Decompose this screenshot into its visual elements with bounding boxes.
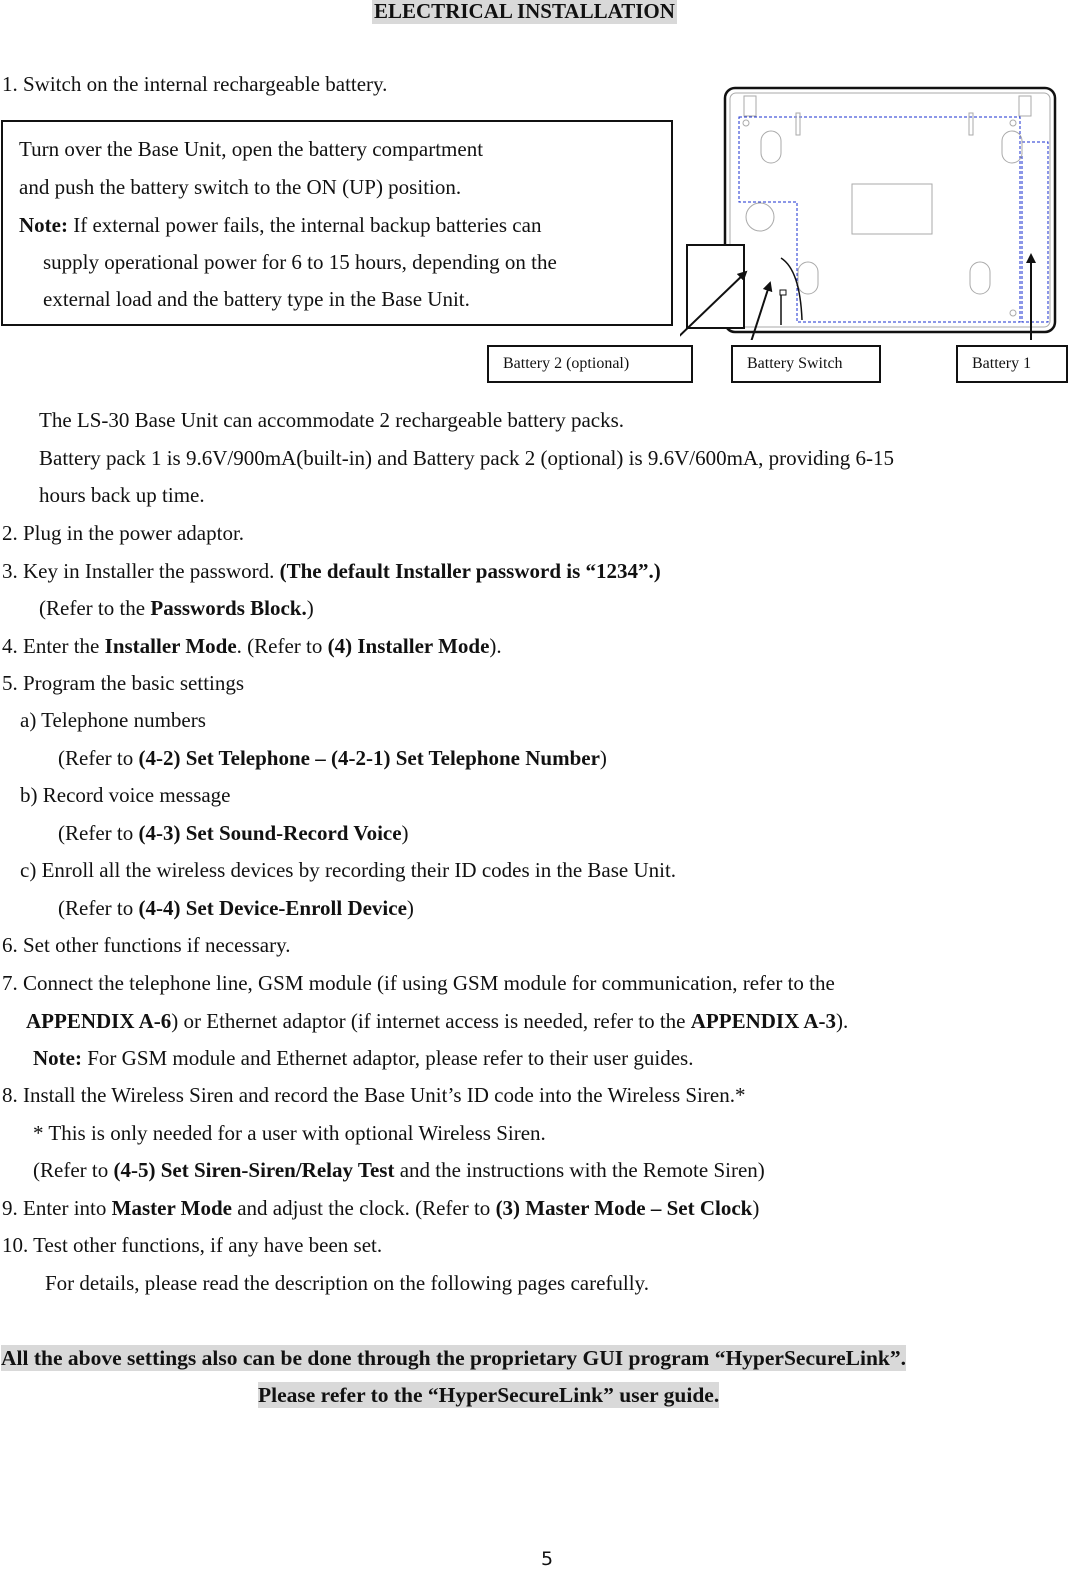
step-8-footnote: * This is only needed for a user with op…: [33, 1121, 546, 1145]
battery2-compartment: [686, 244, 745, 329]
battery-info-2: Battery pack 1 is 9.6V/900mA(built-in) a…: [39, 446, 895, 470]
text: For GSM module and Ethernet adaptor, ple…: [81, 1046, 694, 1070]
step-5c: c) Enroll all the wireless devices by re…: [20, 858, 677, 882]
ref-appendix-a3: APPENDIX A-3: [690, 1009, 837, 1033]
step-6: 6. Set other functions if necessary.: [2, 933, 291, 957]
step-7-note: Note: For GSM module and Ethernet adapto…: [33, 1045, 693, 1071]
step-5b: b) Record voice message: [20, 783, 231, 807]
default-password-note: (The default Installer password is “1234…: [279, 559, 661, 583]
text: ).: [836, 1009, 849, 1033]
text: (Refer to: [58, 746, 139, 770]
step-5c-ref: (Refer to (4-4) Set Device-Enroll Device…: [58, 895, 414, 921]
note-line-3: Note: If external power fails, the inter…: [19, 212, 541, 238]
text: ): [752, 1196, 760, 1220]
text: ): [401, 821, 409, 845]
text: ): [306, 596, 314, 620]
text: 4. Enter the: [2, 634, 105, 658]
text: (Refer to: [58, 896, 139, 920]
battery-info-3: hours back up time.: [39, 483, 205, 507]
installer-mode: Installer Mode: [104, 634, 237, 658]
text: and adjust the clock. (Refer to: [231, 1196, 496, 1220]
step-8-ref: (Refer to (4-5) Set Siren-Siren/Relay Te…: [33, 1157, 765, 1183]
ref-passwords-block: Passwords Block.: [150, 596, 307, 620]
step-5a: a) Telephone numbers: [20, 708, 206, 732]
note-line-1: Turn over the Base Unit, open the batter…: [19, 137, 484, 161]
page-number: 5: [541, 1548, 554, 1570]
base-unit-outline: [723, 86, 1057, 334]
ref-appendix-a6: APPENDIX A-6: [26, 1009, 172, 1033]
label-battery-2: Battery 2 (optional): [487, 345, 693, 383]
footer-note-line-2: Please refer to the “HyperSecureLink” us…: [258, 1382, 720, 1408]
note-label: Note:: [33, 1046, 82, 1070]
step-3: 3. Key in Installer the password. (The d…: [2, 558, 661, 584]
ref-installer-mode: (4) Installer Mode: [327, 634, 490, 658]
label-battery-switch: Battery Switch: [731, 345, 881, 383]
master-mode: Master Mode: [111, 1196, 232, 1220]
text: ): [406, 896, 414, 920]
ref-record-voice: (4-3) Set Sound-Record Voice: [138, 821, 402, 845]
step-8: 8. Install the Wireless Siren and record…: [2, 1083, 746, 1107]
battery-note-box: Turn over the Base Unit, open the batter…: [1, 120, 673, 326]
step-3-ref: (Refer to the Passwords Block.): [39, 595, 314, 621]
text: (Refer to the: [39, 596, 151, 620]
text: and the instructions with the Remote Sir…: [394, 1158, 765, 1182]
step-2: 2. Plug in the power adaptor.: [2, 521, 245, 545]
battery-info-1: The LS-30 Base Unit can accommodate 2 re…: [39, 408, 625, 432]
ref-set-clock: (3) Master Mode – Set Clock: [495, 1196, 753, 1220]
note-line-4: supply operational power for 6 to 15 hou…: [43, 250, 557, 274]
step-5: 5. Program the basic settings: [2, 671, 245, 695]
ref-siren-relay-test: (4-5) Set Siren-Siren/Relay Test: [113, 1158, 395, 1182]
step-1: 1. Switch on the internal rechargeable b…: [2, 72, 388, 96]
text: ) or Ethernet adaptor (if internet acces…: [171, 1009, 691, 1033]
note-label: Note:: [19, 213, 68, 237]
text: ): [599, 746, 607, 770]
text: ).: [489, 634, 502, 658]
page-title: ELECTRICAL INSTALLATION: [372, 0, 677, 24]
step-5b-ref: (Refer to (4-3) Set Sound-Record Voice): [58, 820, 409, 846]
ref-enroll-device: (4-4) Set Device-Enroll Device: [138, 896, 407, 920]
note-text: If external power fails, the internal ba…: [67, 213, 542, 237]
step-5a-ref: (Refer to (4-2) Set Telephone – (4-2-1) …: [58, 745, 607, 771]
footer-note-line-1: All the above settings also can be done …: [1, 1345, 907, 1371]
label-battery-1: Battery 1: [956, 345, 1068, 383]
ref-set-telephone: (4-2) Set Telephone – (4-2-1) Set Teleph…: [138, 746, 600, 770]
text: 3. Key in Installer the password.: [2, 559, 280, 583]
step-7-line-2: APPENDIX A-6) or Ethernet adaptor (if in…: [26, 1008, 848, 1034]
text: (Refer to: [58, 821, 139, 845]
step-4: 4. Enter the Installer Mode. (Refer to (…: [2, 633, 502, 659]
step-10: 10. Test other functions, if any have be…: [2, 1233, 383, 1257]
text: . (Refer to: [236, 634, 328, 658]
base-unit-diagram: [680, 86, 1057, 340]
step-10-detail: For details, please read the description…: [45, 1271, 649, 1295]
note-line-2: and push the battery switch to the ON (U…: [19, 175, 462, 199]
step-9: 9. Enter into Master Mode and adjust the…: [2, 1195, 759, 1221]
step-7: 7. Connect the telephone line, GSM modul…: [2, 971, 835, 995]
text: (Refer to: [33, 1158, 114, 1182]
text: 9. Enter into: [2, 1196, 112, 1220]
note-line-5: external load and the battery type in th…: [43, 287, 470, 311]
battery-switch: [779, 289, 787, 296]
